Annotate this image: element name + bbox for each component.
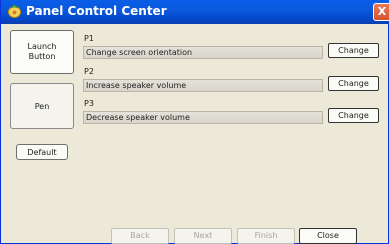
p2-change-button[interactable]: Change [328, 76, 379, 91]
p3-label: P3 [84, 99, 94, 108]
window-title: Panel Control Center [26, 4, 167, 18]
close-button[interactable]: Close [299, 228, 357, 244]
panel-control-center-window: Panel Control Center X Launch Button Pen… [0, 0, 389, 244]
title-bar: Panel Control Center X [1, 0, 389, 24]
launch-button-button[interactable]: Launch Button [10, 30, 74, 74]
tablet-panel-icon [8, 4, 21, 18]
p2-label: P2 [84, 67, 94, 76]
p1-action-field: Change screen orientation [83, 46, 323, 59]
next-button[interactable]: Next [174, 228, 232, 244]
default-button[interactable]: Default [16, 144, 68, 160]
finish-button[interactable]: Finish [237, 228, 295, 244]
p1-change-button[interactable]: Change [328, 43, 379, 58]
back-button[interactable]: Back [111, 228, 169, 244]
p3-change-button[interactable]: Change [328, 108, 379, 123]
pen-button[interactable]: Pen [10, 83, 74, 129]
p1-label: P1 [84, 34, 94, 43]
close-icon[interactable]: X [373, 3, 389, 21]
p2-action-field: Increase speaker volume [83, 79, 323, 92]
p3-action-field: Decrease speaker volume [83, 111, 323, 124]
